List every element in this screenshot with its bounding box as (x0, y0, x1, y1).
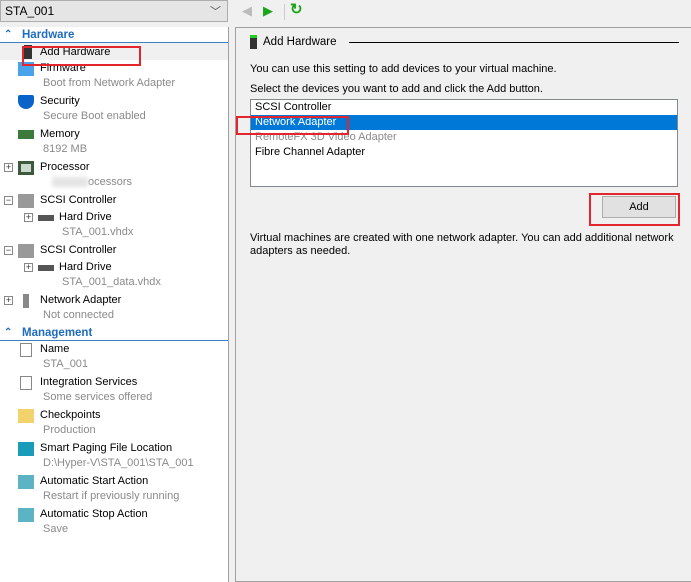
collapse-icon: ⌃ (4, 327, 13, 338)
tree-item-integration-services[interactable]: Integration Services Some services offere… (0, 374, 228, 407)
highlight-box (589, 193, 680, 226)
item-label: Checkpoints (40, 409, 101, 421)
tree-item-checkpoints[interactable]: Checkpoints Production (0, 407, 228, 440)
settings-tree: ⌃ Hardware Add Hardware Firmware Boot from… (0, 27, 229, 582)
tree-item-automatic-start[interactable]: Automatic Start Action Restart if previou… (0, 473, 228, 506)
network-adapter-icon (23, 294, 29, 308)
item-sub: Secure Boot enabled (43, 110, 146, 122)
item-sub: Not connected (43, 309, 114, 321)
item-label: Network Adapter (40, 294, 122, 306)
add-hardware-icon (250, 35, 257, 49)
toolbar: STA_001 ﹀ ◀ ▶ ↻ (0, 0, 691, 24)
item-sub: STA_001.vhdx (62, 226, 134, 238)
item-label: Automatic Start Action (40, 475, 149, 487)
section-title: Hardware (22, 29, 75, 41)
scsi-controller-icon (18, 244, 34, 258)
item-sub: STA_001 (43, 358, 89, 370)
management-section-header[interactable]: ⌃ Management (0, 325, 228, 341)
instruction-text: Select the devices you want to add and c… (250, 83, 543, 95)
back-button[interactable]: ◀ (242, 3, 252, 19)
note-text: Virtual machines are created with one ne… (250, 232, 674, 257)
vm-selector[interactable]: STA_001 ﹀ (0, 0, 228, 22)
memory-icon (18, 130, 34, 139)
section-title: Management (22, 327, 93, 339)
shield-icon (18, 95, 34, 109)
divider (348, 41, 679, 43)
collapse-icon[interactable]: − (4, 246, 13, 255)
item-sub: Save (43, 523, 69, 535)
vm-name: STA_001 (5, 4, 55, 18)
device-option[interactable]: Fibre Channel Adapter (251, 145, 677, 160)
tree-item-scsi-controller[interactable]: − SCSI Controller (0, 192, 228, 209)
hard-drive-icon (38, 215, 54, 221)
expand-icon[interactable]: + (24, 213, 33, 222)
refresh-button[interactable]: ↻ (290, 0, 303, 18)
item-label: Memory (40, 128, 80, 140)
highlight-box (22, 46, 141, 66)
item-sub: D:\Hyper-V\STA_001\STA_001 (43, 457, 194, 469)
item-label: SCSI Controller (40, 244, 117, 256)
item-label: Smart Paging File Location (40, 442, 173, 454)
item-sub: Some services offered (43, 391, 153, 403)
device-list[interactable]: SCSI Controller Network Adapter RemoteFX… (250, 99, 678, 187)
item-label: Name (40, 343, 70, 355)
hardware-section-header[interactable]: ⌃ Hardware (0, 27, 228, 43)
expand-icon[interactable]: + (4, 296, 13, 305)
forward-button[interactable]: ▶ (263, 3, 273, 19)
item-label: Hard Drive (59, 211, 112, 223)
collapse-icon[interactable]: − (4, 196, 13, 205)
paging-file-icon (18, 442, 34, 456)
separator (284, 4, 285, 20)
checklist-icon (20, 376, 32, 390)
settings-panel: Add Hardware You can use this setting to… (235, 27, 691, 582)
item-label: Processor (40, 161, 90, 173)
intro-text: You can use this setting to add devices … (250, 63, 557, 75)
item-sub: STA_001_data.vhdx (62, 276, 161, 288)
tree-item-security[interactable]: Security Secure Boot enabled (0, 93, 228, 126)
tree-item-network-adapter[interactable]: + Network Adapter Not connected (0, 292, 228, 325)
highlight-box (236, 116, 349, 135)
panel-header: Add Hardware (250, 35, 679, 49)
expand-icon[interactable]: + (4, 163, 13, 172)
panel-title: Add Hardware (263, 36, 337, 48)
device-option[interactable]: SCSI Controller (251, 100, 677, 115)
start-action-icon (18, 475, 34, 489)
tree-item-scsi-controller[interactable]: − SCSI Controller (0, 242, 228, 259)
tree-item-processor[interactable]: + Processor ocessors (0, 159, 228, 192)
processor-icon (18, 161, 34, 175)
name-icon (20, 343, 32, 357)
item-sub: 8192 MB (43, 143, 88, 155)
item-label: SCSI Controller (40, 194, 117, 206)
redacted-blur (52, 177, 88, 187)
checkpoint-icon (18, 409, 34, 423)
tree-item-name[interactable]: Name STA_001 (0, 341, 228, 374)
tree-item-hard-drive[interactable]: + Hard Drive STA_001.vhdx (0, 209, 228, 242)
expand-icon[interactable]: + (24, 263, 33, 272)
item-sub: Production (43, 424, 96, 436)
item-label: Security (40, 95, 80, 107)
item-sub: Boot from Network Adapter (43, 77, 176, 89)
tree-item-hard-drive[interactable]: + Hard Drive STA_001_data.vhdx (0, 259, 228, 292)
scsi-controller-icon (18, 194, 34, 208)
item-label: Integration Services (40, 376, 138, 388)
tree-item-automatic-stop[interactable]: Automatic Stop Action Save (0, 506, 228, 539)
tree-item-smart-paging[interactable]: Smart Paging File Location D:\Hyper-V\STA… (0, 440, 228, 473)
stop-action-icon (18, 508, 34, 522)
hard-drive-icon (38, 265, 54, 271)
collapse-icon: ⌃ (4, 29, 13, 40)
item-label: Hard Drive (59, 261, 112, 273)
item-sub: ocessors (88, 176, 133, 188)
tree-item-memory[interactable]: Memory 8192 MB (0, 126, 228, 159)
item-sub: Restart if previously running (43, 490, 180, 502)
chevron-down-icon: ﹀ (210, 6, 221, 18)
item-label: Automatic Stop Action (40, 508, 148, 520)
